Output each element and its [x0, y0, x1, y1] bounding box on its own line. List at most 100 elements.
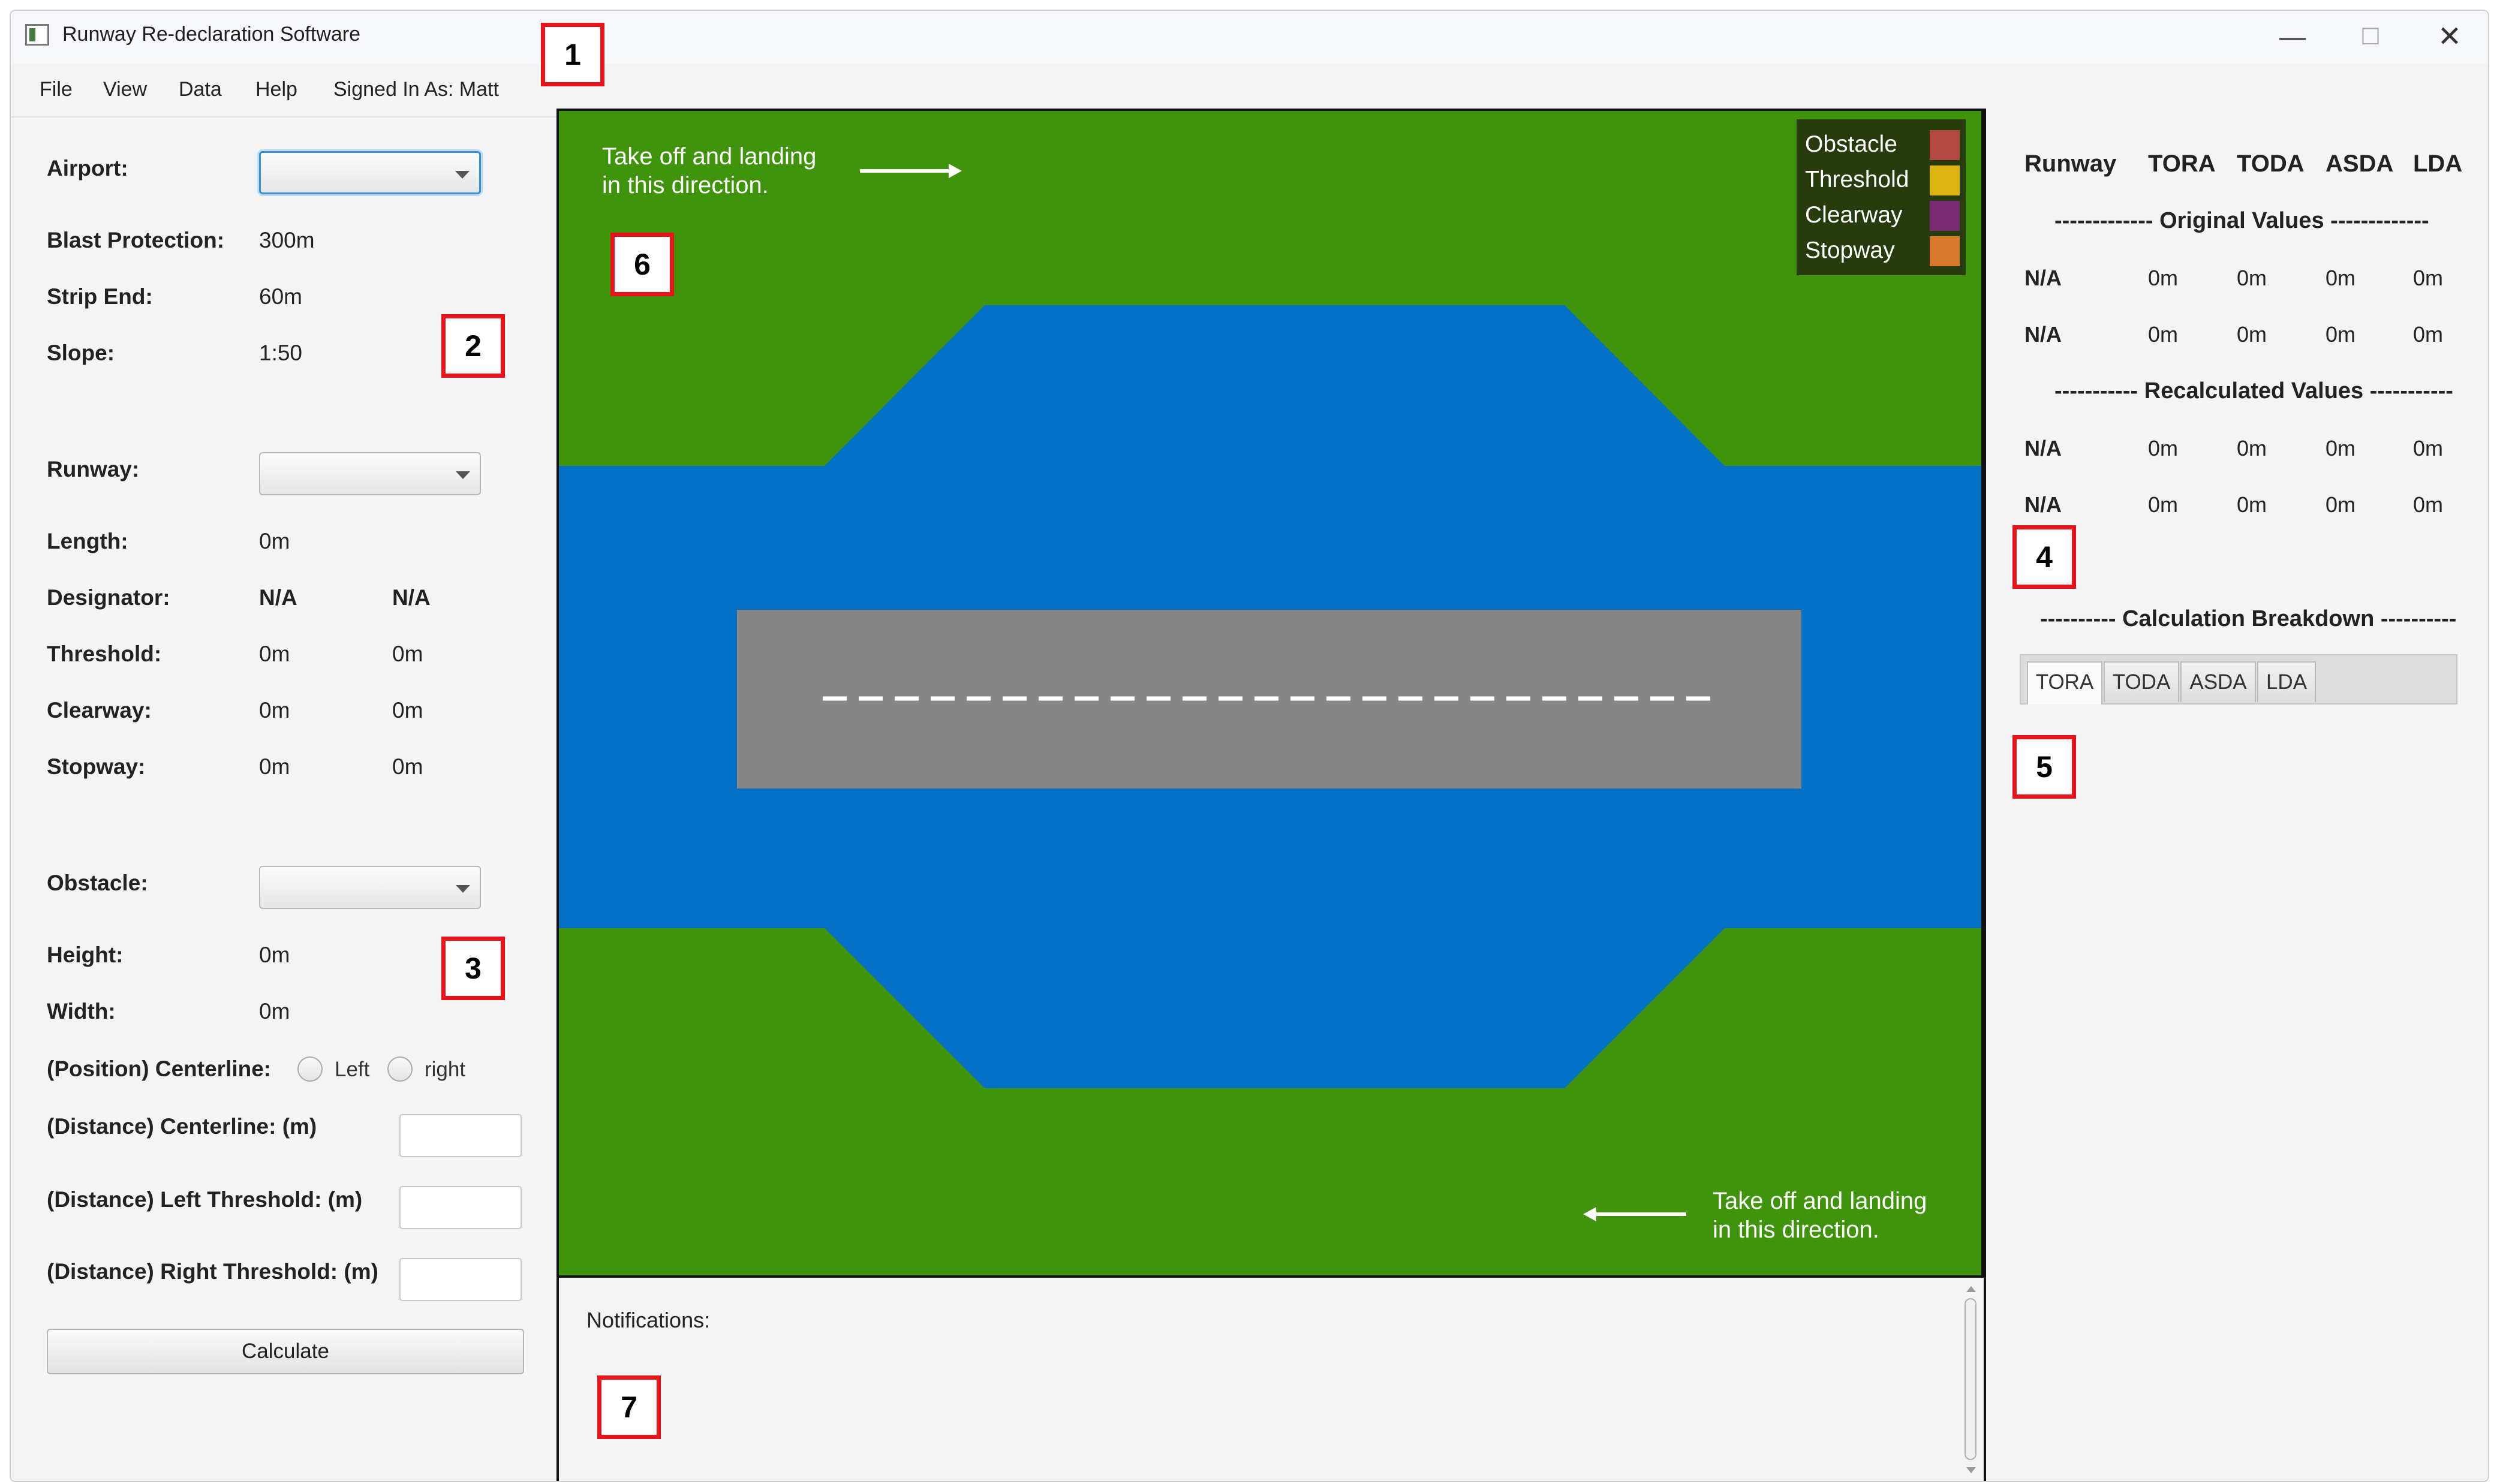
height-label: Height: [47, 943, 124, 967]
threshold-label: Threshold: [47, 642, 162, 666]
direction-text-top-line2: in this direction. [602, 172, 769, 198]
chevron-down-icon [456, 885, 470, 893]
blast-protection-label: Blast Protection: [47, 228, 225, 252]
stopway-value-right: 0m [392, 754, 423, 779]
window-title: Runway Re-declaration Software [62, 23, 361, 46]
position-right-label: right [425, 1058, 466, 1081]
original-row-1-asda: 0m [2326, 266, 2356, 290]
menu-file[interactable]: File [40, 78, 73, 101]
maximize-button[interactable]: ☐ [2343, 20, 2397, 54]
clearway-label: Clearway: [47, 698, 152, 723]
length-value: 0m [259, 529, 290, 553]
menu-data[interactable]: Data [179, 78, 222, 101]
recalc-row-2-asda: 0m [2326, 492, 2356, 517]
recalc-row-2-tora: 0m [2148, 492, 2179, 517]
threshold-value-right: 0m [392, 642, 423, 666]
runway-label: Runway: [47, 457, 140, 481]
notifications-scrollbar[interactable] [1962, 1286, 1980, 1476]
legend-swatch-stopway [1930, 236, 1960, 266]
legend-item-threshold: Threshold [1805, 163, 1962, 198]
recalc-row-1-lda: 0m [2413, 436, 2444, 460]
runway-view-canvas [559, 111, 1981, 1275]
callout-6: 6 [610, 233, 674, 296]
clearway-value-left: 0m [259, 698, 290, 723]
slope-value: 1:50 [259, 341, 303, 365]
header-asda: ASDA [2326, 150, 2394, 177]
callout-2: 2 [441, 314, 505, 378]
legend-item-stopway: Stopway [1805, 234, 1962, 269]
position-right-radio[interactable] [387, 1056, 413, 1082]
designator-label: Designator: [47, 585, 170, 610]
airport-dropdown[interactable] [259, 151, 481, 194]
legend-label-threshold: Threshold [1805, 167, 1909, 192]
app-icon [25, 24, 49, 46]
tab-tora[interactable]: TORA [2027, 661, 2102, 705]
application-window: Runway Re-declaration Software — ☐ ✕ Fil… [10, 10, 2489, 1482]
height-value: 0m [259, 943, 290, 967]
original-row-1-tora: 0m [2148, 266, 2179, 290]
header-toda: TODA [2237, 150, 2305, 177]
strip-end-label: Strip End: [47, 284, 153, 309]
original-row-2-runway: N/A [2024, 322, 2062, 347]
original-row-1-lda: 0m [2413, 266, 2444, 290]
distance-right-threshold-field[interactable] [399, 1258, 522, 1301]
position-left-radio[interactable] [297, 1056, 323, 1082]
direction-text-top-line1: Take off and landing [602, 143, 817, 170]
blast-protection-value: 300m [259, 228, 315, 252]
legend-swatch-obstacle [1930, 130, 1960, 160]
legend-swatch-clearway [1930, 201, 1960, 231]
recalc-row-2-lda: 0m [2413, 492, 2444, 517]
original-row-2-asda: 0m [2326, 322, 2356, 347]
original-row-2-tora: 0m [2148, 322, 2179, 347]
close-button[interactable]: ✕ [2423, 20, 2477, 54]
distance-centerline-label: (Distance) Centerline: (m) [47, 1114, 317, 1139]
minimize-button[interactable]: — [2266, 20, 2320, 54]
position-centerline-label: (Position) Centerline: [47, 1056, 272, 1081]
stopway-value-left: 0m [259, 754, 290, 779]
recalc-row-1-asda: 0m [2326, 436, 2356, 460]
designator-value-left: N/A [259, 585, 297, 610]
recalc-row-2-toda: 0m [2237, 492, 2267, 517]
legend-swatch-threshold [1930, 165, 1960, 195]
position-left-label: Left [335, 1058, 370, 1081]
tab-lda[interactable]: LDA [2257, 661, 2316, 702]
runway-view: Take off and landing in this direction. … [556, 109, 1984, 1278]
slope-label: Slope: [47, 341, 115, 365]
calculate-button[interactable]: Calculate [47, 1329, 524, 1374]
menu-view[interactable]: View [103, 78, 147, 101]
designator-value-right: N/A [392, 585, 431, 610]
legend-item-obstacle: Obstacle [1805, 128, 1962, 162]
recalculated-values-title: ----------- Recalculated Values --------… [2054, 378, 2453, 404]
direction-text-bottom-line1: Take off and landing [1713, 1188, 1927, 1214]
header-runway: Runway [2024, 150, 2117, 177]
menu-help[interactable]: Help [255, 78, 297, 101]
title-bar: Runway Re-declaration Software — ☐ ✕ [11, 11, 2488, 64]
breakdown-tab-bar: TORA TODA ASDA LDA [2020, 654, 2457, 705]
recalc-row-1-tora: 0m [2148, 436, 2179, 460]
airport-label: Airport: [47, 156, 128, 180]
recalc-row-1-toda: 0m [2237, 436, 2267, 460]
original-row-2-toda: 0m [2237, 322, 2267, 347]
legend-label-stopway: Stopway [1805, 237, 1895, 263]
callout-7: 7 [597, 1375, 661, 1439]
tab-asda[interactable]: ASDA [2180, 661, 2256, 702]
chevron-down-icon [455, 171, 470, 179]
clearway-value-right: 0m [392, 698, 423, 723]
length-label: Length: [47, 529, 128, 553]
legend-label-obstacle: Obstacle [1805, 131, 1897, 157]
tab-toda[interactable]: TODA [2104, 661, 2179, 702]
header-lda: LDA [2413, 150, 2463, 177]
obstacle-dropdown[interactable] [259, 866, 481, 909]
distance-left-threshold-field[interactable] [399, 1186, 522, 1229]
width-value: 0m [259, 999, 290, 1024]
legend: Obstacle Threshold Clearway Stopway [1797, 119, 1966, 275]
recalc-row-2-runway: N/A [2024, 492, 2062, 517]
legend-label-clearway: Clearway [1805, 202, 1903, 228]
runway-dropdown[interactable] [259, 452, 481, 495]
obstacle-label: Obstacle: [47, 871, 148, 895]
scroll-up-icon[interactable] [1966, 1286, 1976, 1292]
distance-centerline-field[interactable] [399, 1114, 522, 1157]
scroll-thumb[interactable] [1965, 1298, 1976, 1460]
scroll-down-icon[interactable] [1966, 1467, 1976, 1473]
notifications-label: Notifications: [586, 1308, 711, 1332]
